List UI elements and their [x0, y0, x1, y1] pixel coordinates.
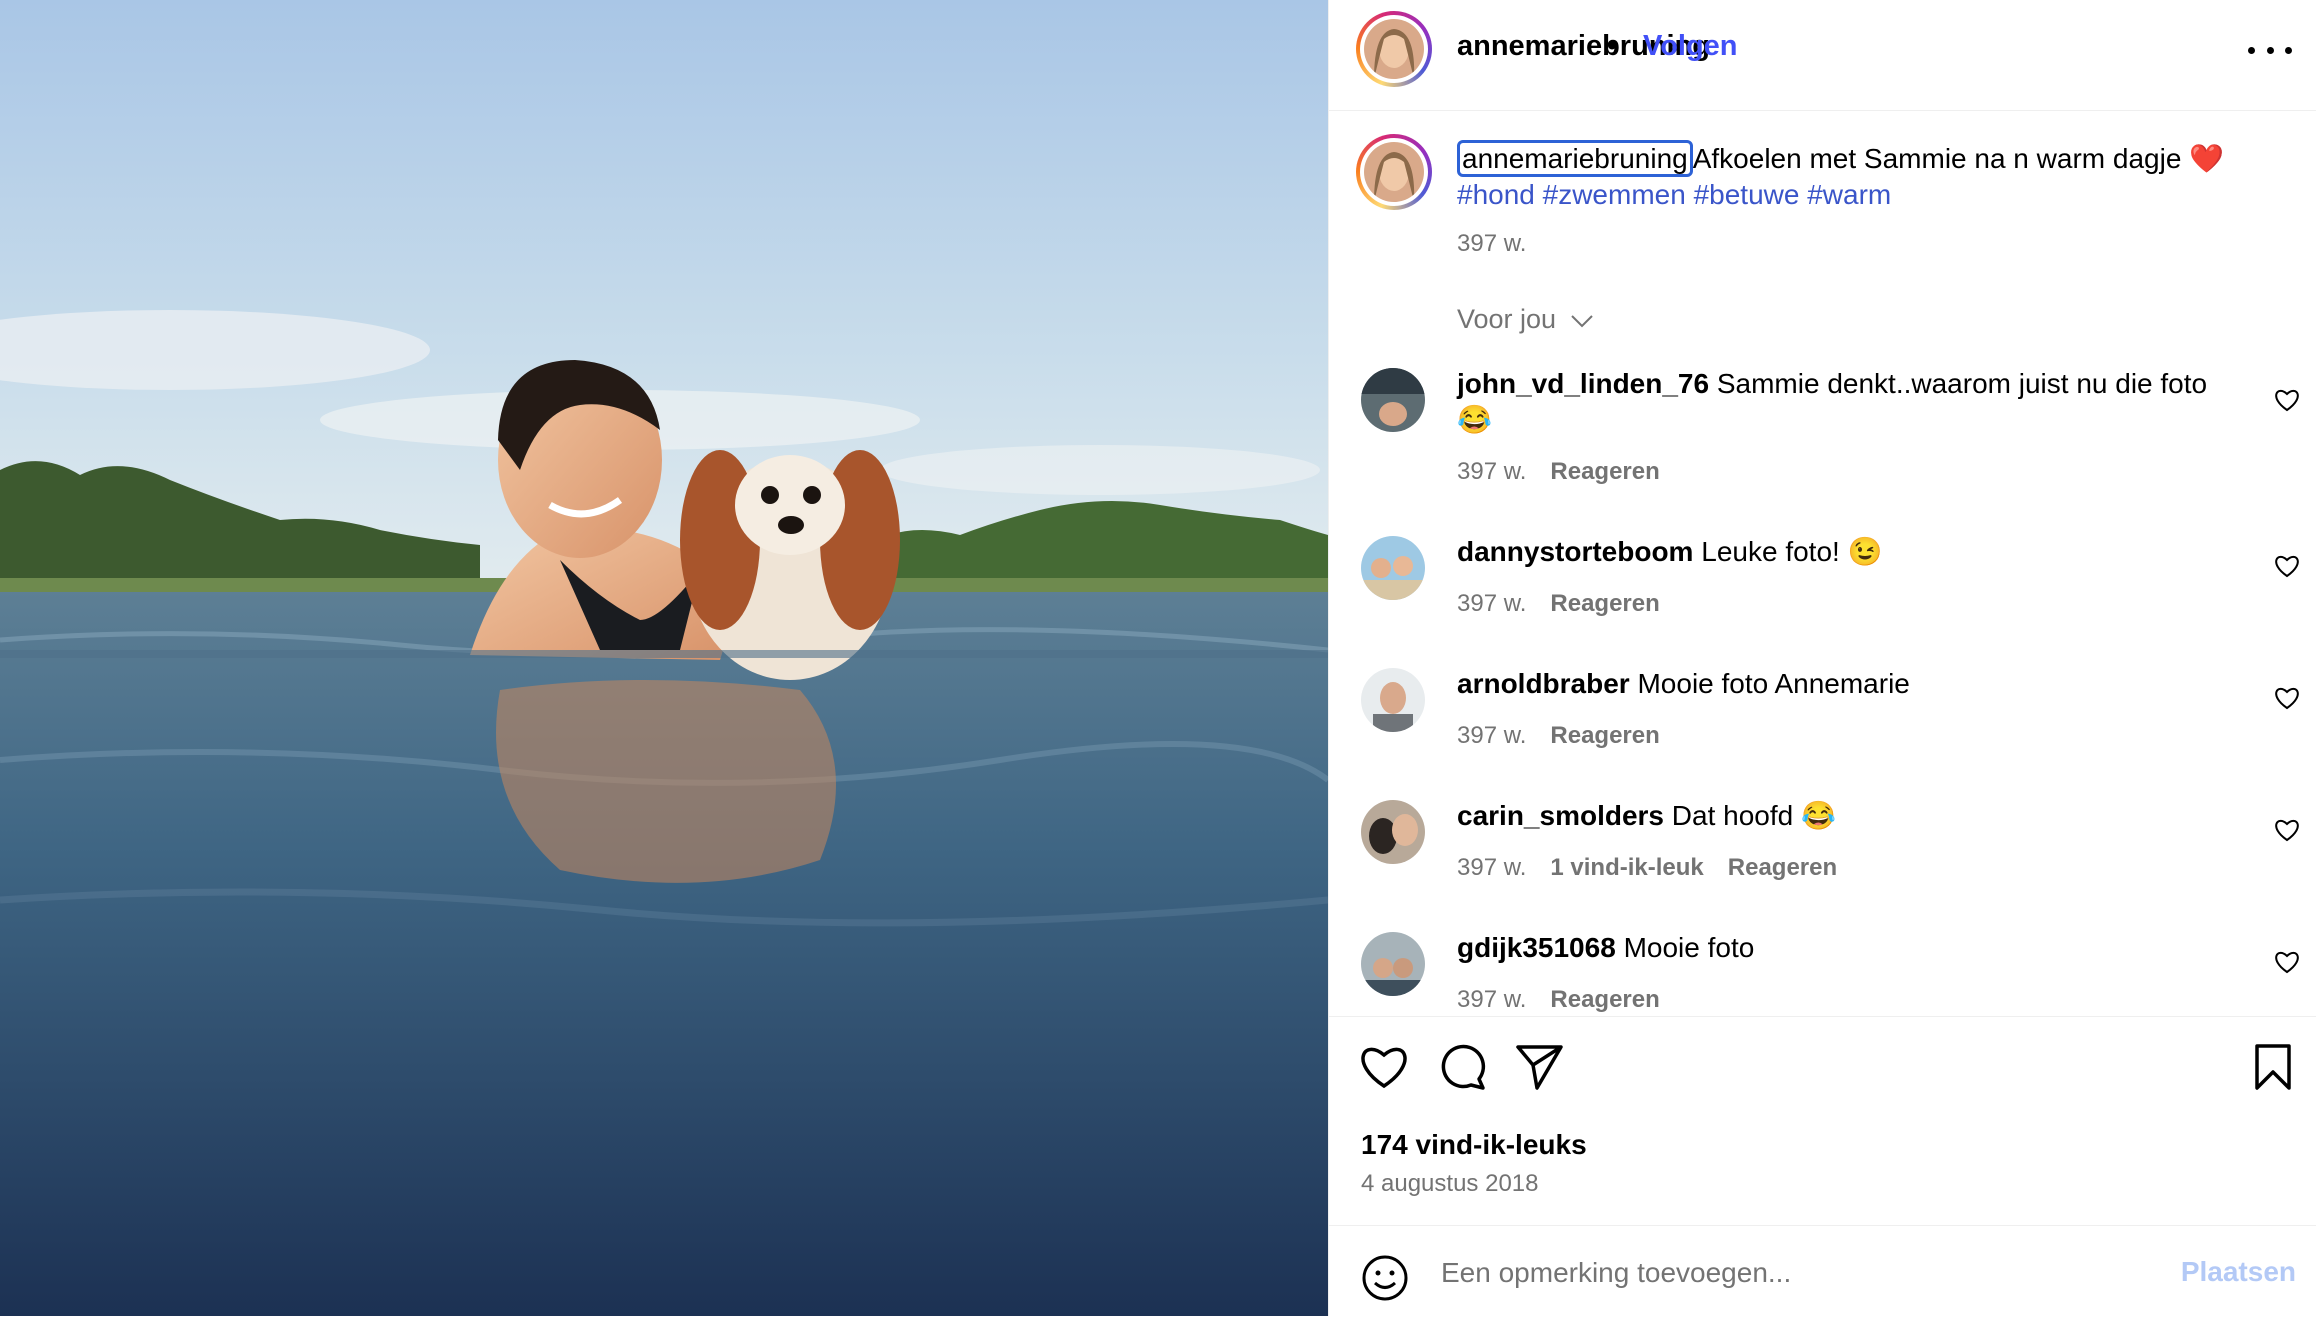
reply-button[interactable]: Reageren	[1728, 854, 1837, 881]
commenter-avatar[interactable]	[1361, 536, 1425, 600]
comments-sort-dropdown[interactable]: Voor jou	[1457, 304, 1594, 335]
comment-like-icon[interactable]	[2274, 686, 2300, 710]
heart-emoji: ❤️	[2189, 143, 2225, 174]
commenter-avatar[interactable]	[1361, 800, 1425, 864]
chevron-down-icon	[1570, 315, 1593, 328]
reply-button[interactable]: Reageren	[1550, 590, 1659, 617]
comment-content: gdijk351068 Mooie foto	[1457, 930, 2237, 966]
comment-text: Mooie foto Annemarie	[1637, 668, 1910, 699]
comment-input[interactable]	[1439, 1250, 2143, 1296]
separator-dot: •	[1607, 30, 1618, 62]
comment-username[interactable]: dannystorteboom	[1457, 536, 1693, 567]
commenter-avatar[interactable]	[1361, 368, 1425, 432]
caption-text-block: annemariebruning Afkoelen met Sammie na n…	[1457, 140, 2277, 213]
follow-button[interactable]: Volgen	[1643, 30, 1738, 63]
heart-icon[interactable]	[1359, 1043, 1409, 1089]
comment-text: Dat hoofd 😂	[1671, 800, 1836, 831]
comment-meta: 397 w. 1 vind-ik-leuk Reageren	[1457, 854, 1861, 882]
comment-time[interactable]: 397 w.	[1457, 722, 1526, 749]
bookmark-icon[interactable]	[2253, 1043, 2293, 1091]
sort-label: Voor jou	[1457, 304, 1557, 334]
comment-like-icon[interactable]	[2274, 388, 2300, 412]
comment-like-icon[interactable]	[2274, 818, 2300, 842]
comment-like-icon[interactable]	[2274, 554, 2300, 578]
comment-meta: 397 w. Reageren	[1457, 722, 1684, 750]
instagram-post-view: annemariebruning • Volgen annemariebruni…	[0, 0, 2316, 1316]
comment-text: Mooie foto	[1623, 932, 1755, 963]
reply-button[interactable]: Reageren	[1550, 986, 1659, 1013]
comment-content: john_vd_linden_76 Sammie denkt..waarom j…	[1457, 366, 2237, 438]
comment-time[interactable]: 397 w.	[1457, 458, 1526, 485]
likes-count[interactable]: 174 vind-ik-leuks	[1361, 1129, 1587, 1161]
post-header: annemariebruning • Volgen	[1329, 0, 2316, 111]
caption-hashtags[interactable]: #hond #zwemmen #betuwe #warm	[1457, 179, 1891, 210]
post-date: 4 augustus 2018	[1361, 1170, 1539, 1197]
author-avatar[interactable]	[1356, 11, 1432, 87]
caption-username[interactable]: annemariebruning	[1457, 140, 1693, 177]
comment-meta: 397 w. Reageren	[1457, 590, 1684, 618]
more-options-icon[interactable]	[2248, 30, 2292, 70]
comment-icon[interactable]	[1439, 1043, 1487, 1091]
comment-meta: 397 w. Reageren	[1457, 458, 1684, 486]
caption-avatar-image	[1364, 142, 1424, 202]
comment-meta: 397 w. Reageren	[1457, 986, 1684, 1014]
comment-time[interactable]: 397 w.	[1457, 986, 1526, 1013]
caption-time[interactable]: 397 w.	[1457, 230, 1526, 258]
post-comment-button[interactable]: Plaatsen	[2181, 1256, 2296, 1288]
photo-woman-and-dog-swimming	[0, 0, 1328, 1316]
author-avatar-image	[1364, 19, 1424, 79]
comment-username[interactable]: gdijk351068	[1457, 932, 1616, 963]
comment-text: Leuke foto! 😉	[1701, 536, 1883, 567]
caption-text: Afkoelen met Sammie na n warm dagje	[1692, 143, 2182, 174]
comment-composer: Plaatsen	[1329, 1225, 2316, 1317]
comment-content: dannystorteboom Leuke foto! 😉	[1457, 534, 2237, 570]
reply-button[interactable]: Reageren	[1550, 722, 1659, 749]
share-icon[interactable]	[1515, 1043, 1565, 1091]
comment-likes-count[interactable]: 1 vind-ik-leuk	[1550, 854, 1703, 881]
comment-time[interactable]: 397 w.	[1457, 590, 1526, 617]
comment-content: arnoldbraber Mooie foto Annemarie	[1457, 666, 2237, 702]
comment-content: carin_smolders Dat hoofd 😂	[1457, 798, 2237, 834]
commenter-avatar[interactable]	[1361, 668, 1425, 732]
comment-username[interactable]: carin_smolders	[1457, 800, 1664, 831]
post-side-panel: annemariebruning • Volgen annemariebruni…	[1328, 0, 2316, 1316]
post-actions: 174 vind-ik-leuks 4 augustus 2018	[1329, 1016, 2316, 1227]
comment-username[interactable]: john_vd_linden_76	[1457, 368, 1709, 399]
comment-like-icon[interactable]	[2274, 950, 2300, 974]
commenter-avatar[interactable]	[1361, 932, 1425, 996]
caption-author-avatar[interactable]	[1356, 134, 1432, 210]
comment-username[interactable]: arnoldbraber	[1457, 668, 1630, 699]
emoji-icon[interactable]	[1361, 1254, 1409, 1302]
post-photo[interactable]	[0, 0, 1328, 1316]
comment-time[interactable]: 397 w.	[1457, 854, 1526, 881]
reply-button[interactable]: Reageren	[1550, 458, 1659, 485]
